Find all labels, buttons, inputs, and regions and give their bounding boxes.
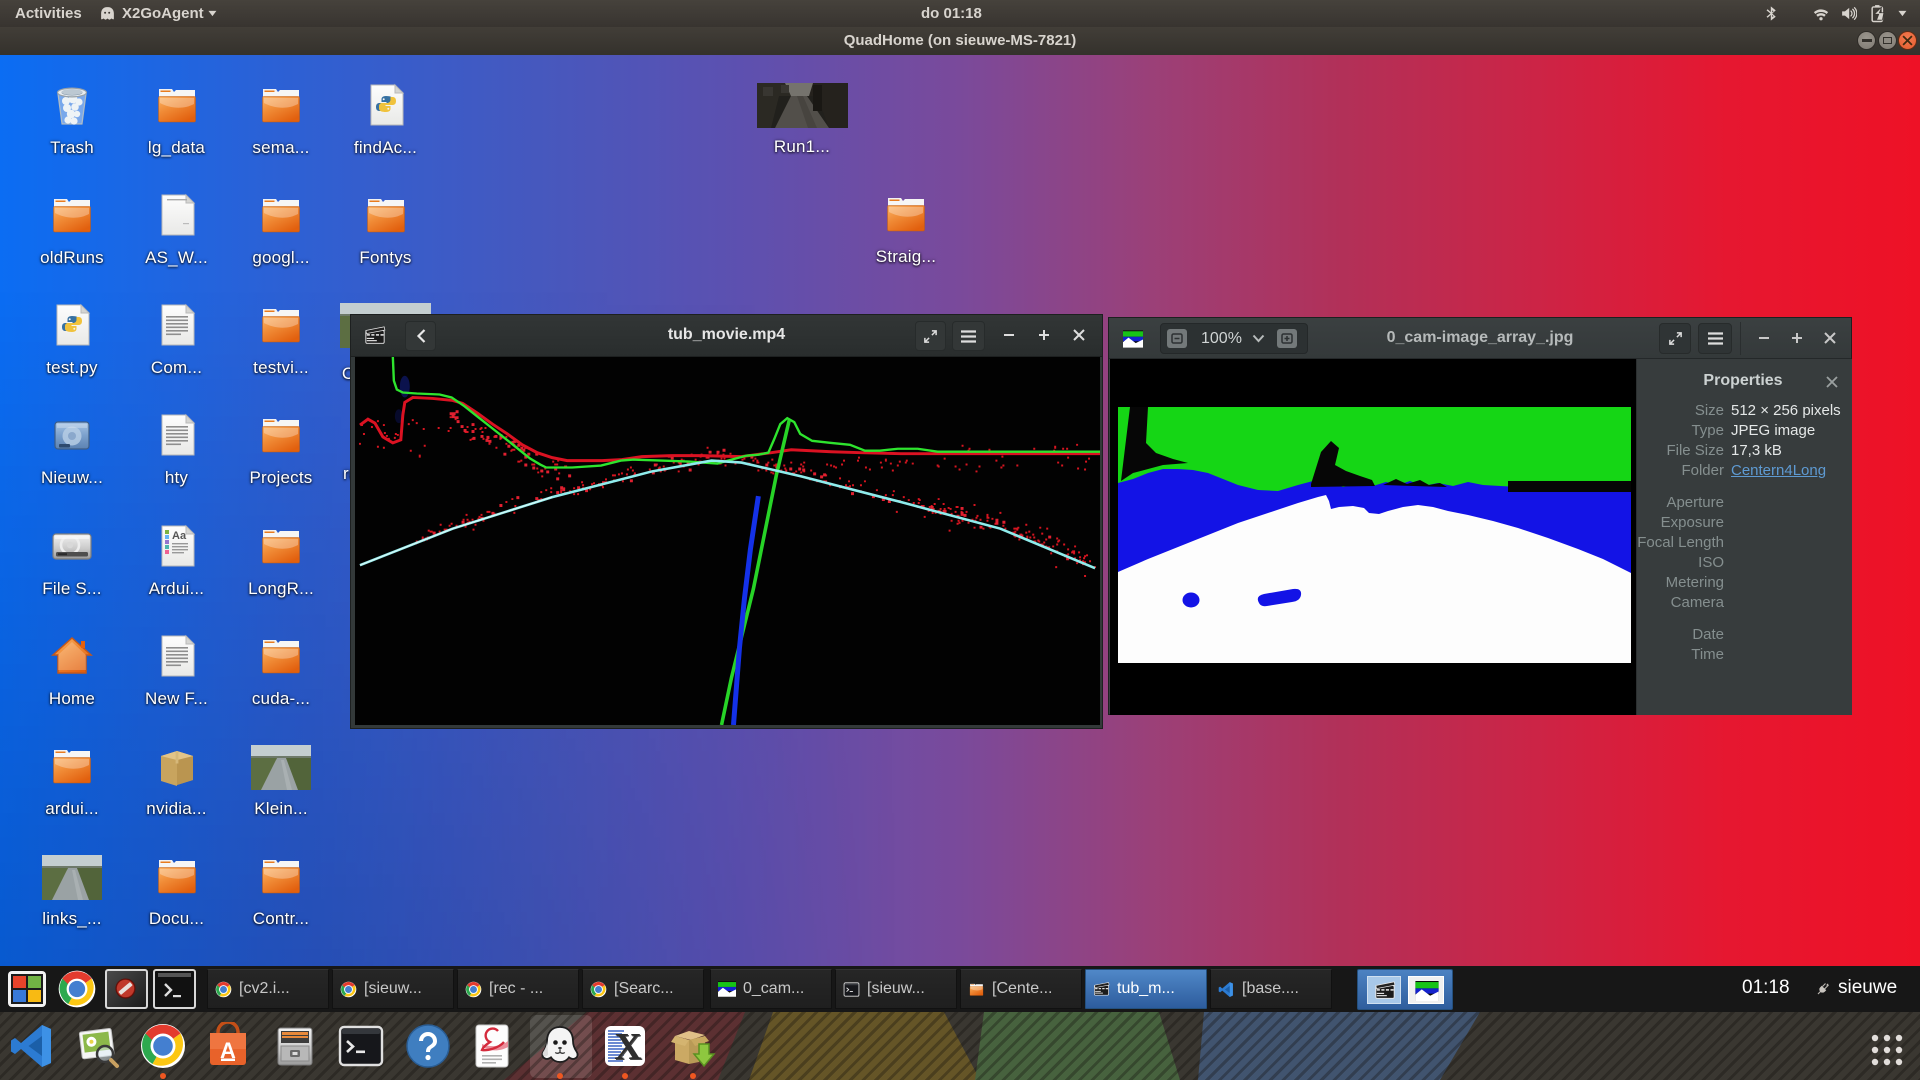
svg-text:X: X xyxy=(614,1026,641,1068)
